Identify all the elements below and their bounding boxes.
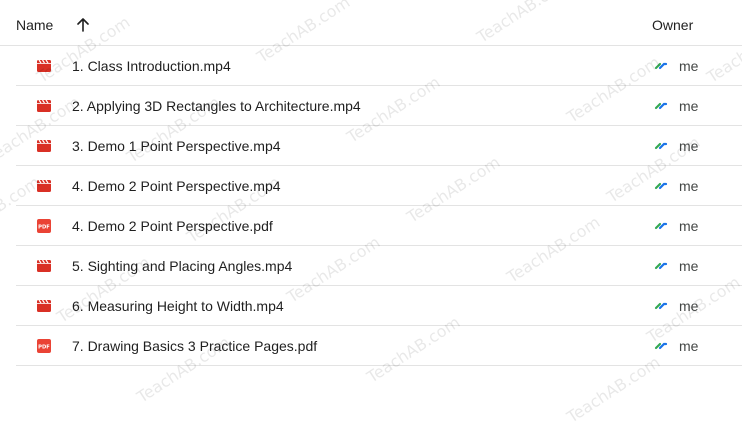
shared-drive-icon bbox=[654, 182, 668, 190]
shared-drive-icon bbox=[654, 342, 668, 350]
shared-drive-icon bbox=[654, 142, 668, 150]
file-name[interactable]: 6. Measuring Height to Width.mp4 bbox=[72, 298, 284, 314]
file-name[interactable]: 7. Drawing Basics 3 Practice Pages.pdf bbox=[72, 338, 317, 354]
file-name[interactable]: 4. Demo 2 Point Perspective.mp4 bbox=[72, 178, 281, 194]
file-name[interactable]: 5. Sighting and Placing Angles.mp4 bbox=[72, 258, 292, 274]
video-file-icon bbox=[37, 59, 51, 72]
file-row[interactable]: PDF 7. Drawing Basics 3 Practice Pages.pd… bbox=[16, 326, 742, 366]
video-file-icon bbox=[37, 179, 51, 192]
file-name[interactable]: 3. Demo 1 Point Perspective.mp4 bbox=[72, 138, 281, 154]
file-row[interactable]: 6. Measuring Height to Width.mp4 me bbox=[16, 286, 742, 326]
file-list: 1. Class Introduction.mp4 me 2. Applying 3… bbox=[0, 46, 742, 366]
file-owner: me bbox=[679, 138, 699, 154]
file-row[interactable]: 3. Demo 1 Point Perspective.mp4 me bbox=[16, 126, 742, 166]
file-owner: me bbox=[679, 258, 699, 274]
file-row[interactable]: 4. Demo 2 Point Perspective.mp4 me bbox=[16, 166, 742, 206]
arrow-up-icon bbox=[77, 18, 89, 32]
shared-drive-icon bbox=[654, 62, 668, 70]
shared-drive-icon bbox=[654, 102, 668, 110]
file-name[interactable]: 4. Demo 2 Point Perspective.pdf bbox=[72, 218, 273, 234]
file-owner: me bbox=[679, 218, 699, 234]
video-file-icon bbox=[37, 259, 51, 272]
file-list-header: Name Owner bbox=[0, 0, 742, 46]
shared-drive-icon bbox=[654, 302, 668, 310]
file-row[interactable]: 1. Class Introduction.mp4 me bbox=[16, 46, 742, 86]
column-header-owner[interactable]: Owner bbox=[652, 17, 693, 33]
file-row[interactable]: 5. Sighting and Placing Angles.mp4 me bbox=[16, 246, 742, 286]
file-owner: me bbox=[679, 98, 699, 114]
file-owner: me bbox=[679, 298, 699, 314]
pdf-file-icon: PDF bbox=[37, 219, 51, 233]
file-owner: me bbox=[679, 58, 699, 74]
column-header-name[interactable]: Name bbox=[16, 17, 53, 33]
video-file-icon bbox=[37, 99, 51, 112]
shared-drive-icon bbox=[654, 262, 668, 270]
file-row[interactable]: 2. Applying 3D Rectangles to Architectur… bbox=[16, 86, 742, 126]
file-name[interactable]: 1. Class Introduction.mp4 bbox=[72, 58, 231, 74]
sort-ascending-button[interactable] bbox=[72, 14, 94, 36]
video-file-icon bbox=[37, 139, 51, 152]
pdf-file-icon: PDF bbox=[37, 339, 51, 353]
file-name[interactable]: 2. Applying 3D Rectangles to Architectur… bbox=[72, 98, 361, 114]
svg-text:PDF: PDF bbox=[38, 345, 50, 351]
svg-text:PDF: PDF bbox=[38, 225, 50, 231]
file-owner: me bbox=[679, 338, 699, 354]
video-file-icon bbox=[37, 299, 51, 312]
file-row[interactable]: PDF 4. Demo 2 Point Perspective.pdf me bbox=[16, 206, 742, 246]
file-owner: me bbox=[679, 178, 699, 194]
shared-drive-icon bbox=[654, 222, 668, 230]
